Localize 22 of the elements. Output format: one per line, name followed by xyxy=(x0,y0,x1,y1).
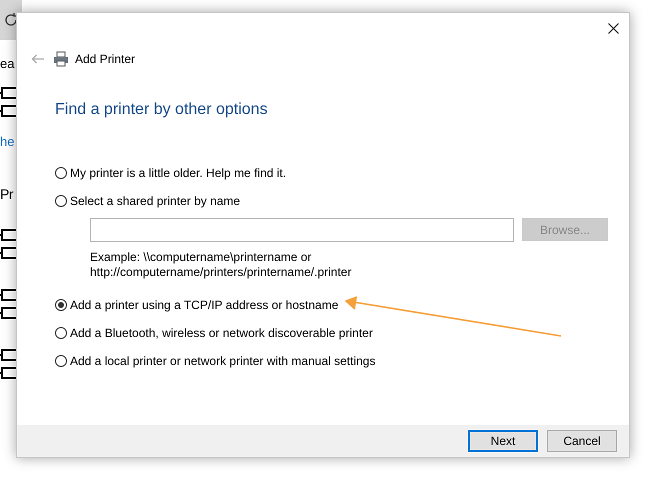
refresh-icon xyxy=(3,12,19,28)
page-heading: Find a printer by other options xyxy=(55,101,269,119)
example-text: Example: \\computername\printername or http://computername/printers/printername/.printer xyxy=(90,250,352,280)
background-text: ea xyxy=(0,56,14,73)
radio-option[interactable]: Select a shared printer by name xyxy=(55,187,629,215)
radio-icon[interactable] xyxy=(55,327,67,339)
close-icon[interactable] xyxy=(608,23,619,34)
radio-option[interactable]: Add a Bluetooth, wireless or network discoverable printer xyxy=(55,319,629,347)
dialog-button[interactable]: Cancel xyxy=(547,430,617,452)
printer-name-field[interactable] xyxy=(90,218,514,242)
dialog-title: Add Printer xyxy=(75,52,136,66)
radio-icon[interactable] xyxy=(55,299,67,311)
radio-icon[interactable] xyxy=(55,195,67,207)
radio-option[interactable]: Add a printer using a TCP/IP address or hostname xyxy=(55,291,629,319)
background-heading: Pr xyxy=(0,186,13,204)
background-link[interactable]: he xyxy=(0,134,14,156)
radio-option[interactable]: My printer is a little older. Help me find it. xyxy=(55,159,629,187)
printer-icon xyxy=(53,51,69,67)
radio-icon[interactable] xyxy=(55,355,67,367)
dialog-button[interactable]: Next xyxy=(468,430,538,452)
radio-icon[interactable] xyxy=(55,167,67,179)
radio-option[interactable]: Add a local printer or network printer with manual settings xyxy=(55,347,629,375)
